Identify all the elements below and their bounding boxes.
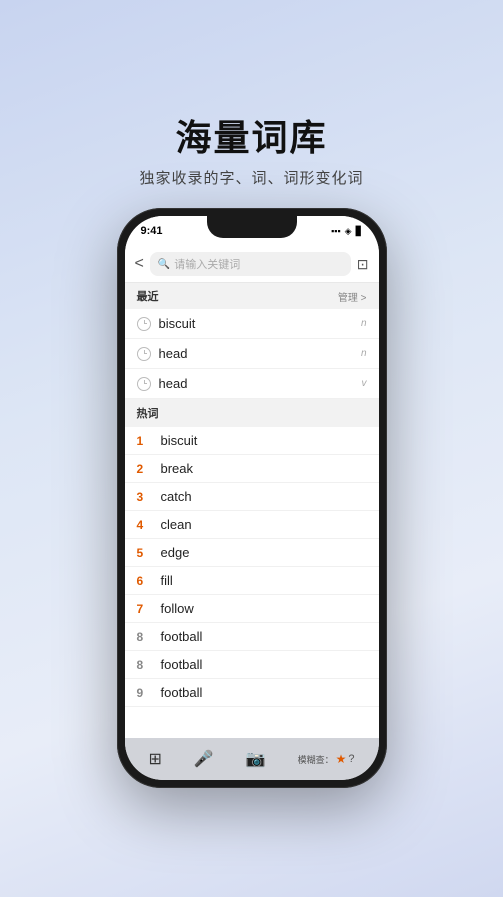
lookup-label: 模糊查： (298, 753, 334, 766)
recent-item-0[interactable]: biscuit n (125, 309, 379, 339)
search-placeholder-text: 请输入关键词 (174, 256, 240, 272)
phone-screen: 9:41 ▪▪▪ ◈ ▊ < 🔍 请输入关键词 ⊡ 最近 管理 > (125, 216, 379, 780)
hot-rank-7: 8 (137, 630, 153, 644)
recent-item-2[interactable]: head v (125, 369, 379, 399)
hot-section-header: 热词 (125, 399, 379, 427)
mic-key[interactable]: 🎤 (194, 749, 214, 769)
search-input-box[interactable]: 🔍 请输入关键词 (150, 252, 351, 276)
recent-word-1: head (159, 346, 361, 361)
status-icons: ▪▪▪ ◈ ▊ (331, 226, 362, 237)
lookup-group: 模糊查： ★ ? (298, 752, 355, 766)
hot-item-6[interactable]: 7 follow (125, 595, 379, 623)
hot-rank-9: 9 (137, 686, 153, 700)
hot-item-1[interactable]: 2 break (125, 455, 379, 483)
hot-item-4[interactable]: 5 edge (125, 539, 379, 567)
hot-item-2[interactable]: 3 catch (125, 483, 379, 511)
status-time: 9:41 (141, 225, 163, 237)
hot-rank-2: 3 (137, 490, 153, 504)
recent-type-1: n (361, 348, 367, 359)
grid-icon: ⊞ (148, 749, 161, 769)
hot-word-6: follow (161, 601, 194, 616)
main-title: 海量词库 (139, 109, 363, 161)
hot-word-0: biscuit (161, 433, 198, 448)
camera-icon: 📷 (246, 749, 266, 769)
camera-search-icon[interactable]: ⊡ (357, 256, 369, 273)
grid-key[interactable]: ⊞ (148, 749, 161, 769)
recent-type-0: n (361, 318, 367, 329)
hot-rank-8: 8 (137, 658, 153, 672)
camera-key[interactable]: 📷 (246, 749, 266, 769)
hot-rank-4: 5 (137, 546, 153, 560)
recent-word-0: biscuit (159, 316, 361, 331)
hot-word-9: football (161, 685, 203, 700)
back-button[interactable]: < (135, 255, 144, 273)
hot-word-5: fill (161, 573, 173, 588)
wifi-icon: ◈ (345, 226, 352, 237)
hot-rank-0: 1 (137, 434, 153, 448)
list-content: biscuit n head n head v 热词 1 biscuit (125, 309, 379, 738)
recent-item-1[interactable]: head n (125, 339, 379, 369)
hot-item-7[interactable]: 8 football (125, 623, 379, 651)
hot-rank-1: 2 (137, 462, 153, 476)
notch (207, 216, 297, 238)
manage-button[interactable]: 管理 > (338, 289, 367, 304)
search-icon: 🔍 (158, 259, 170, 270)
help-key[interactable]: ? (348, 753, 354, 765)
search-bar: < 🔍 请输入关键词 ⊡ (125, 246, 379, 283)
hot-item-0[interactable]: 1 biscuit (125, 427, 379, 455)
hot-word-1: break (161, 461, 194, 476)
hot-item-9[interactable]: 9 football (125, 679, 379, 707)
hot-rank-3: 4 (137, 518, 153, 532)
phone-shell: 9:41 ▪▪▪ ◈ ▊ < 🔍 请输入关键词 ⊡ 最近 管理 > (117, 208, 387, 788)
hot-item-3[interactable]: 4 clean (125, 511, 379, 539)
recent-section-header: 最近 管理 > (125, 283, 379, 309)
mic-icon: 🎤 (194, 749, 214, 769)
history-icon-0 (137, 317, 151, 331)
recent-word-2: head (159, 376, 362, 391)
subtitle: 独家收录的字、词、词形变化词 (139, 167, 363, 188)
star-key[interactable]: ★ (336, 752, 347, 766)
recent-type-2: v (362, 378, 367, 389)
hot-label: 热词 (137, 408, 159, 420)
top-section: 海量词库 独家收录的字、词、词形变化词 (139, 109, 363, 188)
hot-item-8[interactable]: 8 football (125, 651, 379, 679)
hot-word-2: catch (161, 489, 192, 504)
battery-icon: ▊ (356, 226, 363, 237)
keyboard-bar: ⊞ 🎤 📷 模糊查： ★ ? (125, 738, 379, 780)
hot-word-4: edge (161, 545, 190, 560)
hot-word-8: football (161, 657, 203, 672)
history-icon-1 (137, 347, 151, 361)
hot-word-3: clean (161, 517, 192, 532)
recent-label: 最近 (137, 288, 159, 304)
hot-word-7: football (161, 629, 203, 644)
history-icon-2 (137, 377, 151, 391)
hot-rank-5: 6 (137, 574, 153, 588)
hot-rank-6: 7 (137, 602, 153, 616)
hot-item-5[interactable]: 6 fill (125, 567, 379, 595)
signal-icon: ▪▪▪ (331, 226, 341, 236)
